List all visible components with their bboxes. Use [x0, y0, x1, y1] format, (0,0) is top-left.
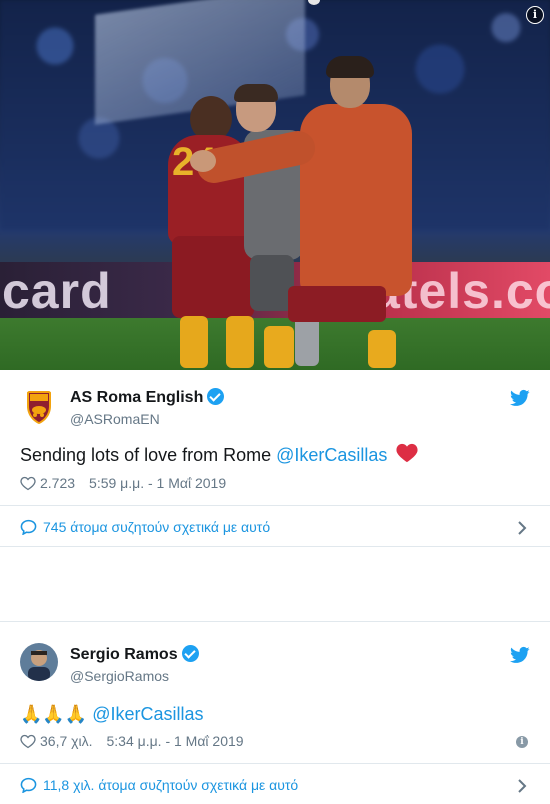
mention-link[interactable]: @IkerCasillas [92, 704, 203, 724]
tweet-body: Sending lots of love from Rome [20, 445, 277, 465]
timestamp[interactable]: 5:34 μ.μ. - 1 Μαΐ 2019 [107, 733, 244, 749]
conversation-link[interactable]: 11,8 χιλ. άτομα συζητούν σχετικά με αυτό [20, 777, 298, 796]
praying-hands-emoji: 🙏🙏🙏 [20, 704, 88, 724]
info-icon[interactable]: i [526, 6, 544, 24]
embedded-photo: card atels.co 24 i [0, 0, 550, 370]
comment-bubble-icon [20, 777, 37, 796]
sock [180, 316, 208, 368]
verified-badge-icon [181, 645, 199, 662]
tweet-card: Sergio Ramos @SergioRamos 🙏🙏🙏 @IkerCasil… [0, 622, 550, 804]
user-handle[interactable]: @ASRomaEN [70, 411, 160, 427]
display-name-text[interactable]: AS Roma English [70, 389, 203, 406]
conversation-text[interactable]: 745 άτομα συζητούν σχετικά με αυτό [43, 519, 270, 535]
divider [0, 763, 550, 764]
conversation-link[interactable]: 745 άτομα συζητούν σχετικά με αυτό [20, 519, 270, 538]
tweet-meta: 36,7 χιλ. 5:34 μ.μ. - 1 Μαΐ 2019 [20, 733, 244, 752]
divider [0, 505, 550, 506]
tweet-text: 🙏🙏🙏 @IkerCasillas [20, 704, 204, 725]
hand [190, 150, 216, 172]
verified-badge-icon [207, 388, 225, 405]
display-name[interactable]: Sergio Ramos [70, 645, 199, 664]
tweet-meta: 2.723 5:59 μ.μ. - 1 Μαΐ 2019 [20, 475, 226, 494]
board-text-left: card [2, 263, 112, 319]
divider [0, 546, 550, 547]
like-count[interactable]: 2.723 [40, 475, 75, 491]
orange-jacket [300, 104, 412, 296]
tweet-card: AS Roma English @ASRomaEN Sending lots o… [0, 370, 550, 547]
chevron-right-icon[interactable] [516, 520, 528, 536]
display-name-text[interactable]: Sergio Ramos [70, 646, 178, 663]
mention-link[interactable]: @IkerCasillas [276, 445, 387, 465]
goalkeeper-hair [234, 84, 278, 102]
twitter-bird-icon[interactable] [510, 645, 530, 665]
user-handle[interactable]: @SergioRamos [70, 668, 169, 684]
roma-player-shorts [172, 236, 254, 318]
tweet-text: Sending lots of love from Rome @IkerCasi… [20, 443, 418, 468]
sock [368, 330, 396, 368]
sock [226, 316, 254, 368]
chevron-right-icon[interactable] [516, 778, 528, 794]
display-name[interactable]: AS Roma English [70, 388, 225, 407]
player-hair [326, 56, 374, 78]
info-icon[interactable]: i [516, 736, 528, 748]
comment-bubble-icon [20, 519, 37, 538]
heart-emoji [396, 443, 418, 468]
like-count[interactable]: 36,7 χιλ. [40, 733, 93, 749]
like-heart-icon[interactable] [20, 476, 36, 494]
player-shorts [288, 286, 386, 322]
sergio-ramos-avatar[interactable] [20, 643, 58, 681]
conversation-text[interactable]: 11,8 χιλ. άτομα συζητούν σχετικά με αυτό [43, 777, 298, 793]
like-heart-icon[interactable] [20, 734, 36, 752]
twitter-bird-icon[interactable] [510, 388, 530, 408]
as-roma-crest-icon[interactable] [20, 388, 58, 426]
timestamp[interactable]: 5:59 μ.μ. - 1 Μαΐ 2019 [89, 475, 226, 491]
sock [264, 326, 294, 368]
